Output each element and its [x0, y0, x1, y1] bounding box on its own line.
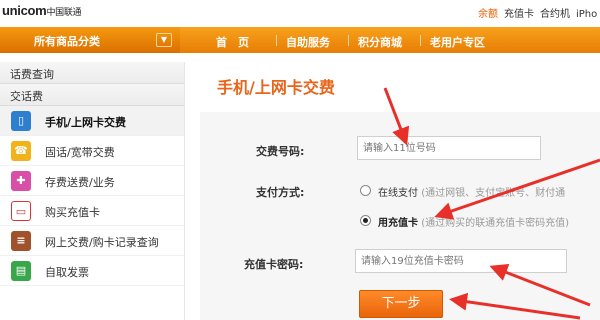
sidebar-item-records[interactable]: ≡ 网上交费/购卡记录查询 [0, 226, 184, 256]
logo-text: unicom [2, 3, 47, 18]
sidebar: 话费查询 交话费 ▯ 手机/上网卡交费 ☎ 固话/宽带交费 ✚ 存费送费/业务 … [0, 62, 185, 320]
category-menu[interactable]: 所有商品分类 ▼ [0, 27, 180, 53]
radio-online-pay[interactable] [360, 185, 371, 196]
top-bar: unicom中国联通 余额 充值卡 合约机 iPho [0, 0, 600, 24]
sidebar-section-pay-bill[interactable]: 交话费 [0, 84, 184, 106]
nav-self-service[interactable]: 自助服务 [286, 34, 330, 50]
invoice-icon: ▤ [11, 261, 31, 281]
top-link-balance[interactable]: 余额 [478, 9, 498, 20]
logo-cn-text: 中国联通 [46, 7, 82, 17]
sidebar-item-label: 固话/宽带交费 [45, 146, 115, 159]
sidebar-item-invoice[interactable]: ▤ 自取发票 [0, 256, 184, 286]
phone-card-icon: ▯ [11, 111, 31, 131]
sidebar-item-label: 网上交费/购卡记录查询 [45, 236, 159, 249]
top-links: 余额 充值卡 合约机 iPho [478, 5, 600, 20]
sidebar-item-label: 自取发票 [45, 266, 89, 279]
nav-points-mall[interactable]: 积分商城 [358, 34, 402, 50]
sidebar-item-mobile-pay[interactable]: ▯ 手机/上网卡交费 [0, 106, 184, 136]
nav-divider [276, 35, 277, 46]
online-pay-label: 在线支付 [378, 188, 418, 199]
radio-recharge-card[interactable] [360, 215, 371, 226]
online-pay-note: (通过网银、支付宝账号、财付通 [421, 188, 566, 199]
recharge-card-option: 用充值卡 (通过购买的联通充值卡密码充值) [378, 214, 569, 229]
sidebar-item-label: 购买充值卡 [45, 206, 100, 219]
nav-divider [348, 35, 349, 46]
landline-phone-icon: ☎ [11, 141, 31, 161]
chevron-down-icon[interactable]: ▼ [156, 33, 172, 47]
nav-home[interactable]: 首 页 [216, 34, 249, 50]
main-nav: 所有商品分类 ▼ 首 页 自助服务 积分商城 老用户专区 [0, 27, 600, 53]
gift-icon: ✚ [11, 171, 31, 191]
sidebar-item-label: 存费送费/业务 [45, 176, 115, 189]
nav-old-user-zone[interactable]: 老用户专区 [430, 34, 485, 50]
sidebar-section-bill-query[interactable]: 话费查询 [0, 62, 184, 84]
page-title: 手机/上网卡交费 [217, 78, 335, 97]
next-step-button[interactable]: 下一步 [359, 290, 443, 318]
unicom-logo[interactable]: unicom中国联通 [2, 3, 82, 18]
recharge-card-label: 用充值卡 [378, 218, 418, 229]
phone-number-label: 交费号码: [256, 145, 305, 158]
sidebar-item-buy-card[interactable]: ▭ 购买充值卡 [0, 196, 184, 226]
top-link-contract-phone[interactable]: 合约机 [540, 9, 570, 20]
top-link-recharge-card[interactable]: 充值卡 [504, 9, 534, 20]
card-password-input[interactable] [355, 249, 567, 273]
recharge-card-icon: ▭ [11, 201, 31, 221]
nav-divider [420, 35, 421, 46]
sidebar-item-deposit-gift[interactable]: ✚ 存费送费/业务 [0, 166, 184, 196]
sidebar-item-landline-pay[interactable]: ☎ 固话/宽带交费 [0, 136, 184, 166]
card-password-label: 充值卡密码: [244, 258, 304, 271]
sidebar-item-label: 手机/上网卡交费 [45, 116, 127, 129]
top-link-iphone[interactable]: iPho [576, 9, 597, 20]
phone-number-input[interactable] [357, 136, 541, 160]
online-pay-option: 在线支付 (通过网银、支付宝账号、财付通 [378, 184, 565, 199]
payment-method-label: 支付方式: [256, 186, 305, 199]
category-menu-label: 所有商品分类 [34, 35, 100, 48]
record-list-icon: ≡ [11, 231, 31, 251]
recharge-card-note: (通过购买的联通充值卡密码充值) [421, 218, 569, 229]
